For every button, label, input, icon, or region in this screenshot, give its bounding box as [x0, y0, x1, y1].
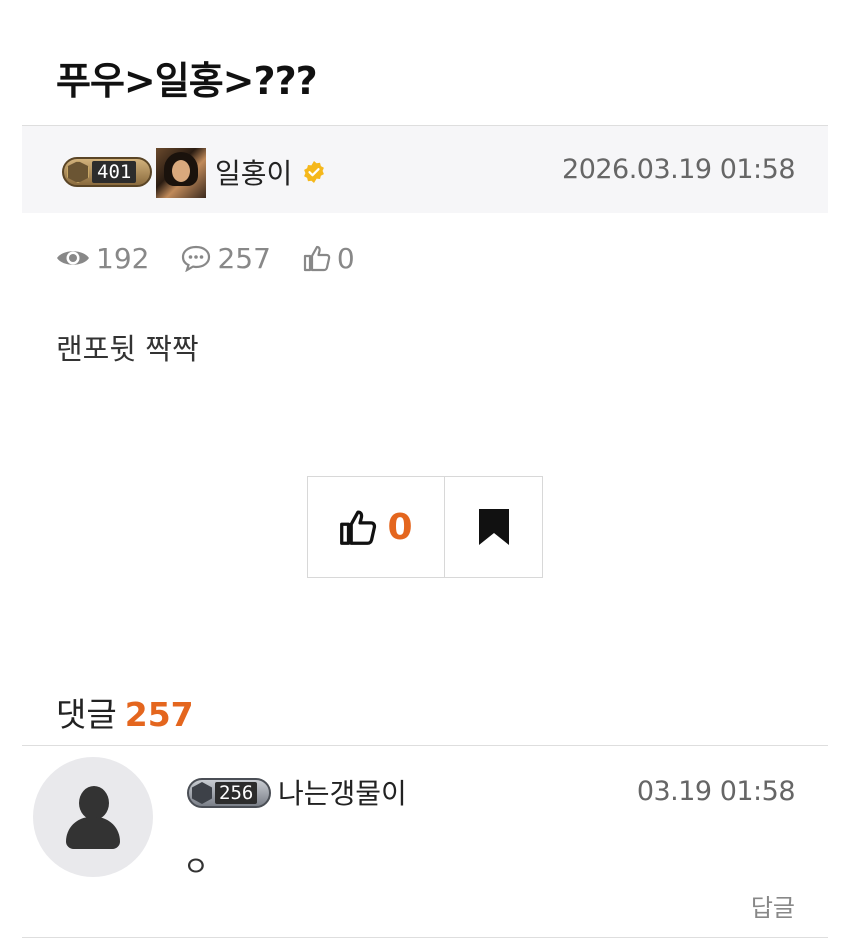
view-count-stat: 192: [56, 242, 149, 275]
level-hex-icon: [67, 161, 89, 183]
author-name[interactable]: 일홍이: [215, 152, 292, 192]
comments-label: 댓글: [56, 695, 117, 734]
post-actions: 0: [307, 476, 543, 578]
author-avatar[interactable]: [156, 148, 206, 198]
post-date: 2026.03.19 01:58: [562, 154, 795, 185]
thumbs-up-icon: [303, 245, 331, 272]
author-bar: 401 일홍이 2026.03.19 01:58: [22, 125, 828, 213]
commenter-name[interactable]: 나는갱물이: [278, 772, 407, 812]
verified-badge-icon: [304, 161, 324, 183]
like-button-count: 0: [387, 506, 413, 548]
bookmark-button[interactable]: [445, 477, 542, 577]
commenter-level-badge: 256: [187, 778, 271, 808]
like-count-stat: 0: [303, 242, 355, 275]
comment-count: 257: [217, 241, 271, 275]
like-button[interactable]: 0: [308, 477, 445, 577]
author-level: 401: [92, 161, 137, 183]
commenter-avatar[interactable]: [33, 757, 153, 877]
post-body: 랜포뒷 짝짝: [56, 332, 199, 366]
post-stats: 192 257 0: [56, 238, 387, 278]
comment-date: 03.19 01:58: [636, 776, 796, 807]
comment-count-stat: 257: [181, 241, 271, 275]
commenter-level: 256: [215, 782, 258, 804]
bookmark-icon: [478, 509, 509, 545]
author-level-badge: 401: [62, 157, 152, 187]
comments-divider: [22, 745, 828, 746]
comment-divider: [22, 937, 828, 938]
comment-text: ㅇ: [183, 850, 209, 883]
eye-icon: [57, 251, 89, 265]
user-icon: [79, 786, 109, 820]
reply-button[interactable]: 답글: [751, 888, 795, 923]
post-title: 푸우>일홍>???: [56, 59, 318, 103]
comment-icon: [182, 245, 211, 272]
view-count: 192: [96, 241, 150, 275]
thumbs-up-icon: [340, 510, 377, 545]
comments-count: 257: [124, 695, 194, 734]
like-count: 0: [336, 241, 355, 275]
comments-header: 댓글 257: [56, 688, 194, 736]
level-hex-icon: [192, 782, 212, 804]
